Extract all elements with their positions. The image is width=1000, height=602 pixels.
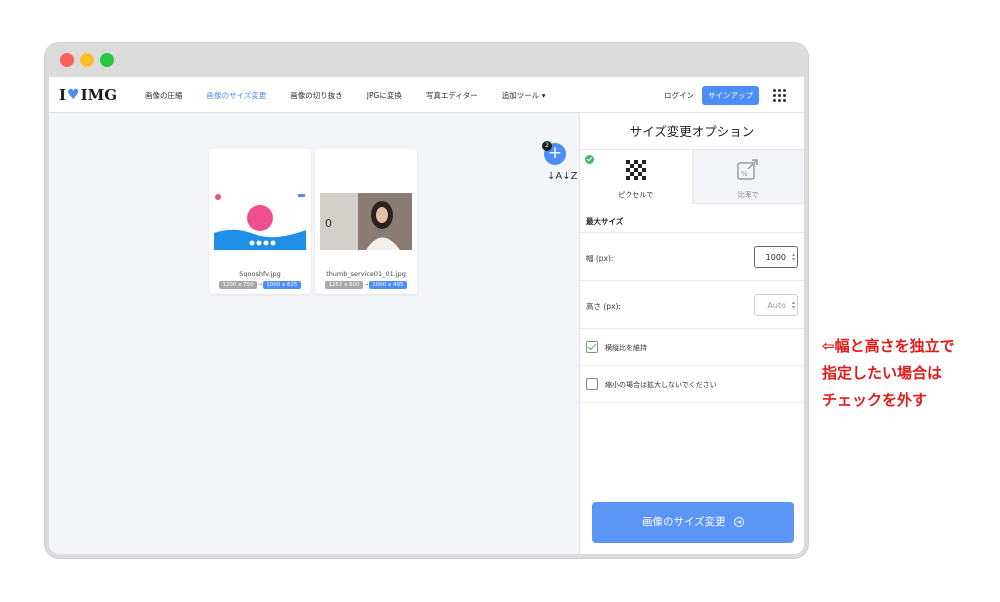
heart-logo-icon: ♥ (67, 87, 80, 103)
file-thumbnail: 0 (320, 193, 412, 250)
file-count-badge: 2 (542, 141, 552, 151)
nav-resize[interactable]: 画像のサイズ変更 (207, 90, 267, 101)
instruction-annotation: ⇦幅と高さを独立で 指定したい場合は チェックを外す (822, 333, 955, 414)
arrow-right-circle-icon: ➜ (734, 517, 745, 527)
file-card[interactable]: Sqooshfv.jpg 1200 x 750 → 1000 x 625 (209, 149, 311, 294)
svg-text:%: % (741, 170, 748, 178)
resized-size-badge: 1000 x 495 (369, 281, 407, 289)
signup-button[interactable]: サインアップ (702, 85, 759, 105)
width-row: 幅 (px): ▴▾ (580, 233, 804, 281)
no-enlarge-checkbox[interactable] (586, 378, 598, 390)
height-stepper-icon[interactable]: ▴ ▾ (792, 300, 795, 311)
resize-options-panel: サイズ変更オプション ピクセルで % 比率で 最大サイズ 幅 (px): 100… (579, 113, 804, 554)
arrow-icon: → (363, 282, 369, 288)
original-size-badge: 1200 x 750 (219, 281, 257, 289)
keep-ratio-label: 横縦比を維持 (605, 344, 647, 352)
width-label: 幅 (px): (586, 254, 614, 263)
nav-menu: 画像の圧縮 画像のサイズ変更 画像の切り抜き JPGに変換 写真エディター 追加… (145, 77, 569, 113)
arrow-icon: → (257, 282, 263, 288)
nav-photo-editor[interactable]: 写真エディター (426, 90, 478, 101)
logo-text-left: I (59, 86, 67, 104)
panel-title: サイズ変更オプション (580, 113, 804, 150)
resize-images-button[interactable]: 画像のサイズ変更 ➜ (592, 502, 794, 543)
height-row: 高さ (px): ▴▾ (580, 281, 804, 329)
login-link[interactable]: ログイン (664, 90, 694, 101)
annotation-line: 指定したい場合は (822, 364, 943, 382)
window-titlebar (45, 43, 808, 77)
resized-size-badge: 1000 x 625 (263, 281, 301, 289)
file-workspace: Sqooshfv.jpg 1200 x 750 → 1000 x 625 0 t… (49, 113, 579, 554)
percent-resize-icon: % (737, 159, 758, 180)
annotation-line: チェックを外す (822, 391, 928, 409)
keep-ratio-row: 横縦比を維持 (580, 329, 804, 366)
pixels-icon (625, 160, 646, 180)
tab-by-pixels-label: ピクセルで (618, 191, 654, 199)
nav-more-tools[interactable]: 追加ツール ▾ (502, 90, 546, 101)
maximize-window-button[interactable] (100, 53, 114, 67)
tab-by-percent[interactable]: % 比率で (692, 150, 804, 204)
sort-button[interactable]: ↓A↓Z (547, 171, 577, 182)
file-dimensions: 1200 x 750 → 1000 x 625 (209, 281, 311, 289)
resize-images-button-label: 画像のサイズ変更 (641, 516, 726, 528)
nav-convert-jpg[interactable]: JPGに変換 (367, 90, 402, 101)
selected-check-icon (585, 155, 594, 164)
close-window-button[interactable] (60, 53, 74, 67)
svg-text:0: 0 (325, 217, 332, 230)
file-dimensions: 1252 x 600 → 1000 x 495 (315, 281, 417, 289)
file-thumbnail (214, 193, 306, 250)
keep-ratio-checkbox[interactable] (586, 341, 598, 353)
no-enlarge-row: 縮小の場合は拡大しないでください (580, 366, 804, 403)
height-label: 高さ (px): (586, 302, 621, 311)
nav-crop[interactable]: 画像の切り抜き (290, 90, 343, 101)
top-navbar: I ♥ IMG 画像の圧縮 画像のサイズ変更 画像の切り抜き JPGに変換 写真… (49, 77, 804, 113)
width-stepper-icon[interactable]: ▴ ▾ (792, 252, 795, 263)
max-size-heading: 最大サイズ (580, 204, 804, 233)
no-enlarge-label: 縮小の場合は拡大しないでください (605, 381, 717, 389)
annotation-line: ⇦幅と高さを独立で (822, 337, 955, 355)
nav-compress[interactable]: 画像の圧縮 (145, 90, 183, 101)
site-logo[interactable]: I ♥ IMG (59, 86, 117, 104)
file-name: Sqooshfv.jpg (239, 270, 281, 278)
logo-text-right: IMG (80, 86, 118, 104)
original-size-badge: 1252 x 600 (325, 281, 363, 289)
file-card[interactable]: 0 thumb_service01_01.jpg 1252 x 600 → 10… (315, 149, 417, 294)
resize-mode-tabs: ピクセルで % 比率で (580, 150, 804, 204)
tab-by-percent-label: 比率で (737, 191, 759, 199)
app-content: I ♥ IMG 画像の圧縮 画像のサイズ変更 画像の切り抜き JPGに変換 写真… (49, 77, 804, 554)
tab-by-pixels[interactable]: ピクセルで (580, 150, 693, 204)
apps-grid-icon[interactable] (773, 88, 786, 102)
minimize-window-button[interactable] (80, 53, 94, 67)
nav-account: ログイン サインアップ (664, 77, 786, 113)
file-name: thumb_service01_01.jpg (326, 270, 406, 278)
browser-window: I ♥ IMG 画像の圧縮 画像のサイズ変更 画像の切り抜き JPGに変換 写真… (45, 43, 808, 558)
